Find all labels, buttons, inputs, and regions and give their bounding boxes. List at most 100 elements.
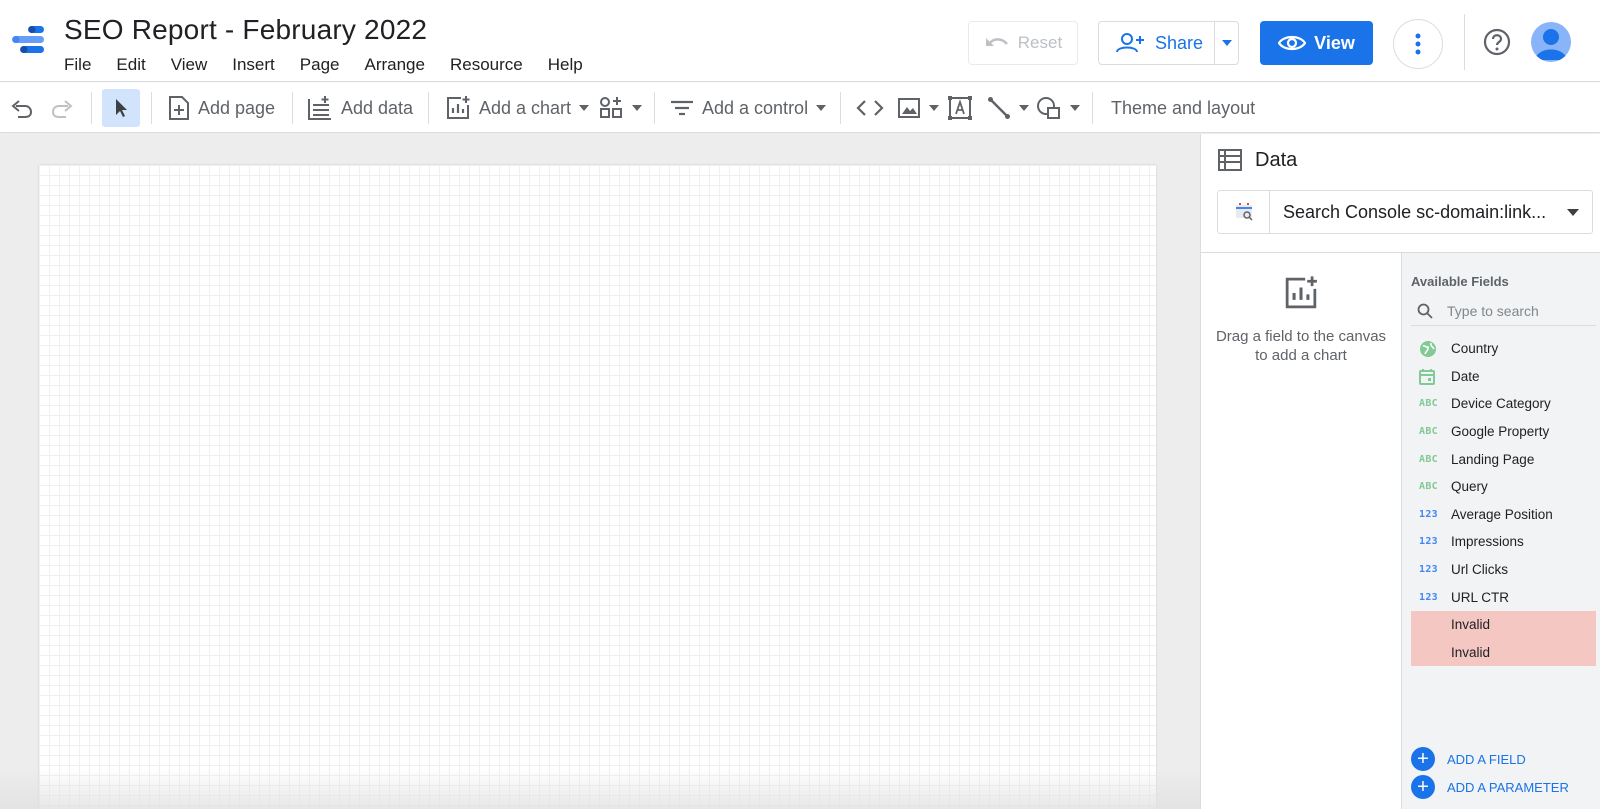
menu-help[interactable]: Help xyxy=(548,55,583,75)
field-name: Url Clicks xyxy=(1451,562,1508,578)
undo-arrow-icon xyxy=(985,38,1008,46)
caret-down-icon xyxy=(1019,105,1029,111)
field-item-impressions[interactable]: 123 Impressions xyxy=(1411,528,1596,556)
search-console-icon xyxy=(1235,203,1253,221)
table-icon xyxy=(1218,149,1242,171)
caret-down-icon xyxy=(1221,40,1232,46)
calendar-icon xyxy=(1419,368,1451,385)
field-name: Date xyxy=(1451,368,1480,384)
field-item-average-position[interactable]: 123 Average Position xyxy=(1411,501,1596,529)
toolbar-divider xyxy=(1092,92,1093,124)
menu-arrange[interactable]: Arrange xyxy=(364,55,424,75)
number-type-icon: 123 xyxy=(1419,591,1438,603)
report-title[interactable]: SEO Report - February 2022 xyxy=(64,14,427,46)
add-chart-button[interactable]: Add a chart xyxy=(445,83,590,133)
field-item-country[interactable]: Country xyxy=(1411,335,1596,363)
embed-url-button[interactable] xyxy=(856,83,884,133)
field-item-google-property[interactable]: ABC Google Property xyxy=(1411,418,1596,446)
field-name: Google Property xyxy=(1451,424,1550,440)
toolbar-divider xyxy=(654,92,655,124)
data-studio-logo-icon[interactable] xyxy=(10,24,48,60)
cursor-arrow-icon xyxy=(116,99,127,117)
help-icon[interactable] xyxy=(1482,27,1512,57)
text-type-icon: ABC xyxy=(1419,426,1438,438)
share-button[interactable]: Share xyxy=(1099,22,1215,64)
add-chart-label: Add a chart xyxy=(479,97,572,118)
reset-label: Reset xyxy=(1017,33,1063,52)
caret-down-icon xyxy=(579,105,590,111)
toolbar-divider xyxy=(840,92,841,124)
toolbar-divider xyxy=(428,92,429,124)
caret-down-icon xyxy=(929,105,939,111)
field-search-input[interactable] xyxy=(1447,302,1587,319)
field-item-device-category[interactable]: ABC Device Category xyxy=(1411,390,1596,418)
menu-edit[interactable]: Edit xyxy=(116,55,145,75)
shape-tool-button[interactable] xyxy=(1036,83,1080,133)
add-control-label: Add a control xyxy=(702,97,809,118)
plus-icon: + xyxy=(1411,775,1435,799)
field-name: Invalid xyxy=(1451,644,1491,660)
eye-icon xyxy=(1278,35,1307,51)
globe-icon xyxy=(1419,340,1451,358)
report-page-canvas[interactable] xyxy=(39,165,1156,809)
menu-bar: File Edit View Insert Page Arrange Resou… xyxy=(64,55,608,75)
add-chart-icon xyxy=(447,96,470,119)
account-avatar[interactable] xyxy=(1531,22,1571,62)
select-tool-button[interactable] xyxy=(102,89,140,127)
drag-hint-text: Drag a field to the canvas to add a char… xyxy=(1215,328,1387,364)
field-item-date[interactable]: Date xyxy=(1411,363,1596,391)
menu-page[interactable]: Page xyxy=(300,55,340,75)
field-item-invalid[interactable]: Invalid xyxy=(1411,610,1596,639)
more-options-button[interactable] xyxy=(1393,19,1443,69)
caret-down-icon xyxy=(1567,208,1579,216)
available-fields-panel: Available Fields Country Date ABC Device… xyxy=(1401,253,1600,809)
view-button[interactable]: View xyxy=(1260,21,1373,65)
text-box-button[interactable] xyxy=(948,83,972,133)
data-source-dropdown[interactable] xyxy=(1554,208,1592,216)
field-item-invalid[interactable]: Invalid xyxy=(1411,638,1596,667)
add-control-button[interactable]: Add a control xyxy=(670,83,827,133)
drag-field-area: Drag a field to the canvas to add a char… xyxy=(1201,253,1401,809)
caret-down-icon xyxy=(1070,105,1080,111)
field-item-url-ctr[interactable]: 123 URL CTR xyxy=(1411,583,1596,611)
share-button-group: Share xyxy=(1098,21,1239,65)
redo-icon xyxy=(51,100,73,118)
shapes-icon xyxy=(1037,97,1060,119)
theme-layout-button[interactable]: Theme and layout xyxy=(1111,83,1255,133)
redo-button[interactable] xyxy=(50,83,74,133)
add-field-label: ADD A FIELD xyxy=(1447,751,1526,767)
data-source-selector[interactable]: Search Console sc-domain:link... xyxy=(1217,190,1593,234)
toolbar-divider xyxy=(292,92,293,124)
menu-insert[interactable]: Insert xyxy=(232,55,275,75)
add-data-button[interactable]: Add data xyxy=(307,83,413,133)
menu-resource[interactable]: Resource xyxy=(450,55,523,75)
data-panel: Data Search Console sc-domain:link... Dr… xyxy=(1200,134,1600,809)
insert-image-button[interactable] xyxy=(897,83,939,133)
menu-view[interactable]: View xyxy=(171,55,208,75)
line-tool-button[interactable] xyxy=(987,83,1029,133)
field-item-query[interactable]: ABC Query xyxy=(1411,473,1596,501)
menu-file[interactable]: File xyxy=(64,55,91,75)
field-list: Country Date ABC Device Category ABC Goo… xyxy=(1411,335,1596,667)
theme-layout-label: Theme and layout xyxy=(1111,97,1256,118)
field-name: Device Category xyxy=(1451,396,1551,412)
field-name: Average Position xyxy=(1451,506,1553,522)
line-icon xyxy=(988,97,1010,119)
canvas-bottom-shadow xyxy=(0,769,1200,809)
share-options-dropdown[interactable] xyxy=(1215,22,1238,64)
add-page-button[interactable]: Add page xyxy=(168,83,275,133)
toolbar-divider xyxy=(91,92,92,124)
header-divider xyxy=(1464,14,1465,70)
caret-down-icon xyxy=(632,105,642,111)
reset-button[interactable]: Reset xyxy=(968,21,1078,65)
user-icon xyxy=(1535,29,1567,60)
field-name: Landing Page xyxy=(1451,451,1535,467)
add-person-icon xyxy=(1116,33,1144,53)
add-parameter-button[interactable]: + ADD A PARAMETER xyxy=(1411,775,1569,799)
field-item-url-clicks[interactable]: 123 Url Clicks xyxy=(1411,556,1596,584)
undo-icon xyxy=(11,100,33,118)
field-item-landing-page[interactable]: ABC Landing Page xyxy=(1411,445,1596,473)
community-visualizations-button[interactable] xyxy=(598,83,642,133)
add-field-button[interactable]: + ADD A FIELD xyxy=(1411,747,1526,771)
undo-button[interactable] xyxy=(10,83,34,133)
